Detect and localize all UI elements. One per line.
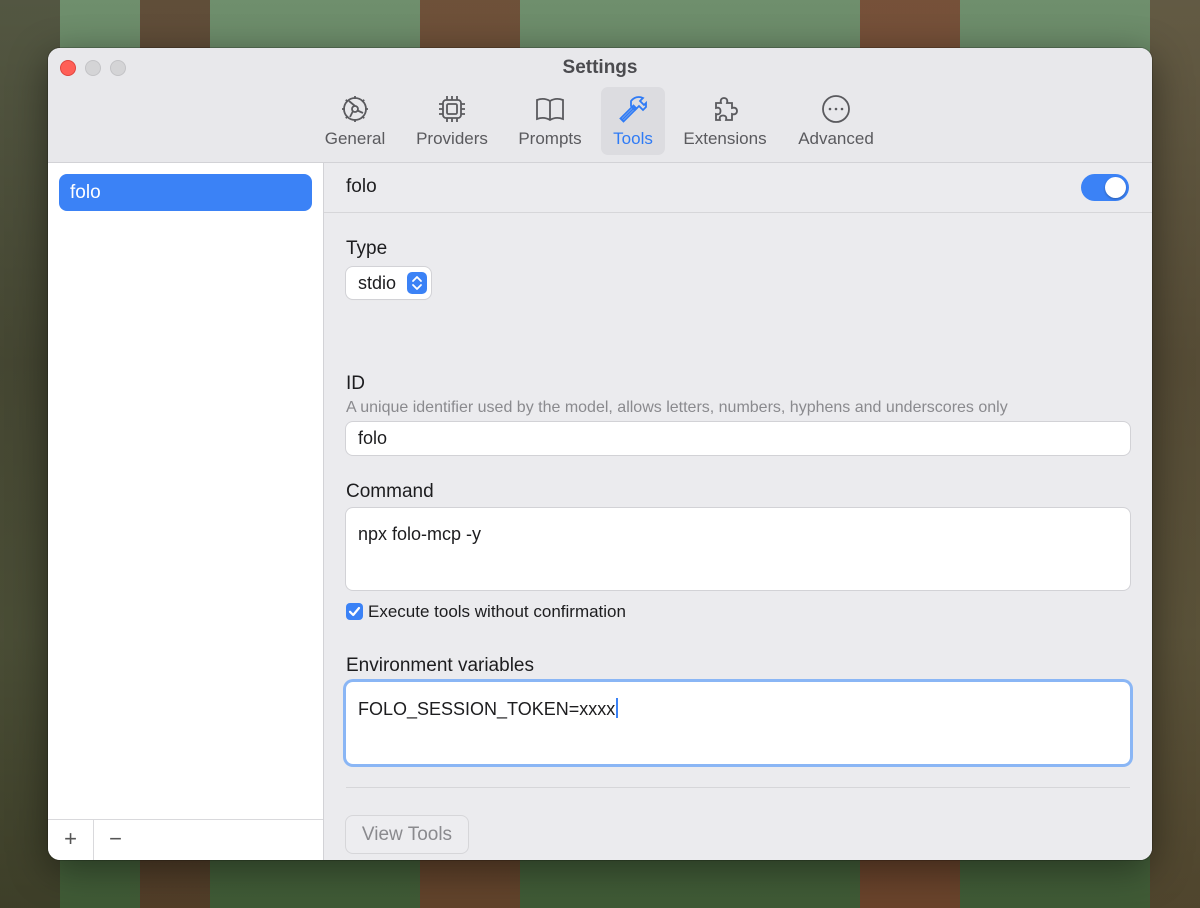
env-field-value: FOLO_SESSION_TOKEN=xxxx <box>358 699 616 719</box>
tab-extensions[interactable]: Extensions <box>678 87 772 155</box>
detail-title: folo <box>346 176 377 197</box>
enable-toggle[interactable] <box>1081 174 1129 201</box>
command-field[interactable]: npx folo-mcp -y <box>346 508 1130 590</box>
sidebar-item-folo[interactable]: folo <box>59 174 312 211</box>
auto-execute-checkbox[interactable] <box>346 603 363 620</box>
id-description: A unique identifier used by the model, a… <box>346 399 1008 416</box>
tab-tools-label: Tools <box>613 129 653 148</box>
env-field[interactable]: FOLO_SESSION_TOKEN=xxxx <box>346 682 1130 764</box>
tab-prompts-label: Prompts <box>518 129 582 148</box>
type-label: Type <box>346 238 388 259</box>
tab-advanced[interactable]: Advanced <box>792 87 880 155</box>
text-caret <box>616 698 618 718</box>
settings-window: Settings General Providers Prompts Tools… <box>48 48 1152 860</box>
titlebar: Settings General Providers Prompts Tools… <box>48 48 1152 163</box>
tools-sidebar: folo + − <box>48 163 324 860</box>
tab-advanced-label: Advanced <box>798 129 874 148</box>
window-title: Settings <box>562 57 638 78</box>
hammer-icon <box>619 96 647 123</box>
chip-icon <box>439 96 465 122</box>
settings-toolbar: General Providers Prompts Tools Extensio… <box>48 87 1152 155</box>
detail-header: folo <box>324 163 1152 213</box>
sidebar-footer: + − <box>48 819 323 860</box>
type-select-value: stdio <box>358 273 397 293</box>
chevron-up-down-icon <box>412 276 422 290</box>
tab-general-label: General <box>324 129 386 148</box>
add-tool-button[interactable]: + <box>48 820 94 860</box>
view-tools-button[interactable]: View Tools <box>346 816 468 853</box>
id-field[interactable]: folo <box>346 422 1130 455</box>
tool-detail-panel: folo Type stdio ID A unique identifier u… <box>324 163 1152 860</box>
env-label: Environment variables <box>346 655 534 676</box>
command-label: Command <box>346 481 434 502</box>
puzzle-icon <box>715 97 738 121</box>
book-icon <box>536 98 564 122</box>
auto-execute-label: Execute tools without confirmation <box>368 602 626 621</box>
id-label: ID <box>346 373 365 394</box>
toggle-knob <box>1105 177 1126 198</box>
tab-prompts[interactable]: Prompts <box>510 87 590 155</box>
gear-icon <box>342 96 368 122</box>
tab-extensions-label: Extensions <box>683 129 767 148</box>
tab-providers[interactable]: Providers <box>407 87 497 155</box>
checkmark-icon <box>348 606 361 617</box>
select-stepper <box>407 272 427 294</box>
ellipsis-circle-icon <box>822 95 850 123</box>
command-field-value: npx folo-mcp -y <box>358 524 482 544</box>
id-field-value: folo <box>358 428 388 448</box>
divider <box>346 787 1130 788</box>
type-select[interactable]: stdio <box>346 267 431 299</box>
tab-providers-label: Providers <box>416 129 488 148</box>
remove-tool-button[interactable]: − <box>93 820 138 860</box>
tab-general[interactable]: General <box>316 87 394 155</box>
tab-tools[interactable]: Tools <box>601 87 665 155</box>
